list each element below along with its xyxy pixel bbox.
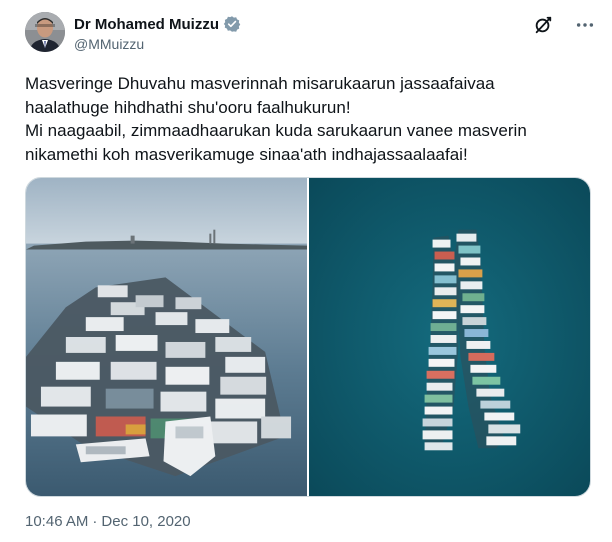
tweet-date[interactable]: Dec 10, 2020 [101, 513, 190, 530]
avatar[interactable] [25, 12, 65, 52]
more-options-icon[interactable] [574, 14, 596, 36]
author-handle[interactable]: @MMuizzu [74, 36, 144, 52]
tweet-text-line: nikamethi koh masverikamuge sinaa'ath in… [25, 144, 468, 164]
tweet-top-actions [532, 14, 596, 36]
tweet-time[interactable]: 10:46 AM [25, 513, 88, 530]
tweet-media-grid [25, 177, 591, 497]
tweet-timestamp: 10:46 AM · Dec 10, 2020 [25, 513, 191, 530]
author-display-name[interactable]: Dr Mohamed Muizzu [74, 16, 219, 33]
tweet-text-line: haalathuge hihdhathi shu'ooru faalhukuru… [25, 97, 351, 117]
tweet-card: Dr Mohamed Muizzu @MMuizzu Masveringe Dh… [0, 0, 612, 542]
aerial-boats-photo[interactable] [309, 178, 590, 496]
tweet-text: Masveringe Dhuvahu masverinnah misarukaa… [25, 72, 585, 166]
grok-slash-icon[interactable] [532, 14, 554, 36]
harbor-boats-photo[interactable] [26, 178, 307, 496]
tweet-text-line: Masveringe Dhuvahu masverinnah misarukaa… [25, 74, 495, 93]
verified-badge-icon [223, 15, 241, 33]
timestamp-separator: · [92, 513, 98, 530]
author-name-row: Dr Mohamed Muizzu [74, 15, 241, 33]
tweet-text-line: Mi naagaabil, zimmaadhaarukan kuda saruk… [25, 121, 527, 140]
